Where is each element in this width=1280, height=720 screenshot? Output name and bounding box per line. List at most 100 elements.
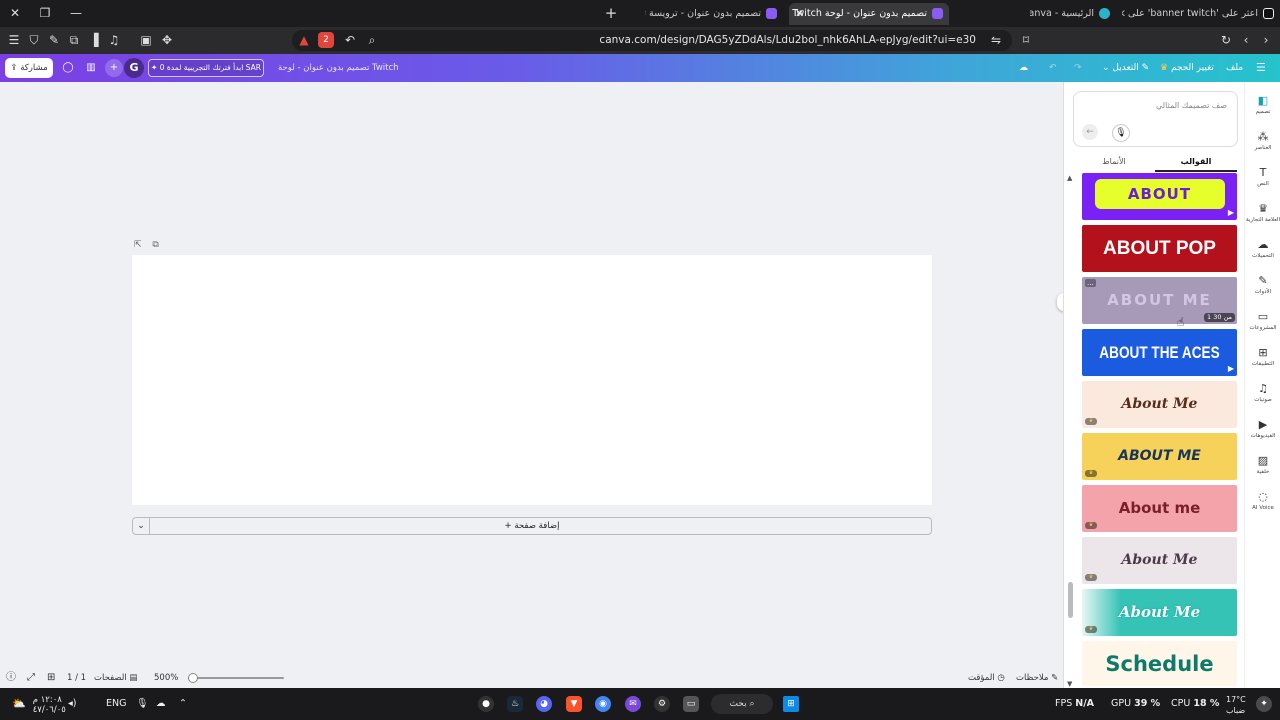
zoom-slider[interactable] xyxy=(187,673,284,683)
browser-tab-canva-home[interactable]: الرئيسية - Canva xyxy=(1030,3,1116,25)
share-button[interactable]: ⇪ مشاركة xyxy=(5,58,53,78)
browser-tab-twitch-panel[interactable]: ✕ تصميم بدون عنوان - لوحة Twitch xyxy=(789,3,949,25)
new-tab-button[interactable]: + xyxy=(601,4,621,22)
grid-view-icon[interactable]: ⊞ xyxy=(47,670,55,686)
file-menu[interactable]: ملف xyxy=(1226,54,1243,82)
comment-icon[interactable]: ◯ xyxy=(59,59,77,77)
browser-tab-tiktok[interactable]: اعثر على 'banner twitch' على TikTok xyxy=(1122,3,1280,25)
tab-templates[interactable]: القوالب xyxy=(1155,154,1237,172)
forward-icon[interactable]: › xyxy=(1258,32,1274,48)
notification-icon[interactable]: ✦ xyxy=(1256,696,1272,712)
window-minimize-icon[interactable]: — xyxy=(66,4,86,22)
search-icon[interactable]: ⌕ xyxy=(364,32,380,48)
extensions-icon[interactable]: ✥ xyxy=(159,32,175,48)
sidebar-icon[interactable]: ▐ xyxy=(86,32,102,48)
zoom-value[interactable]: 500% xyxy=(154,670,178,686)
rail-item[interactable]: ◧ تصميم xyxy=(1245,94,1280,130)
rail-item[interactable]: ◌ AI Voice xyxy=(1245,490,1280,526)
add-page-button[interactable]: + إضافة صفحة ⌄ xyxy=(132,517,932,535)
scroll-down-icon[interactable]: ▼ xyxy=(1067,680,1072,688)
template-card[interactable]: ABOUT ME ♛ xyxy=(1082,433,1237,480)
site-settings-icon[interactable]: ⇋ xyxy=(988,32,1004,48)
pages-button[interactable]: الصفحات ▤ xyxy=(94,670,137,686)
bookmark-icon[interactable]: ⌑ xyxy=(1018,32,1034,48)
rail-item[interactable]: ▶ الفيديوهات xyxy=(1245,418,1280,454)
template-card[interactable]: ABOUT POP xyxy=(1082,225,1237,272)
discord-icon[interactable]: ◕ xyxy=(536,696,552,712)
settings-icon[interactable]: ⚙ xyxy=(654,696,670,712)
panel-scrollbar-thumb[interactable] xyxy=(1068,582,1073,618)
share-link-icon[interactable]: ↶ xyxy=(342,32,358,48)
resize-button[interactable]: ♛ تغيير الحجم xyxy=(1160,54,1214,82)
menu-icon[interactable]: ☰ xyxy=(6,32,22,48)
reload-icon[interactable]: ↻ xyxy=(1218,32,1234,48)
shield-icon[interactable]: ⛉ xyxy=(26,32,42,48)
duplicate-page-icon[interactable]: ⧉ xyxy=(152,240,158,250)
template-card[interactable]: About me ♛ xyxy=(1082,485,1237,532)
main-menu-icon[interactable]: ☰ xyxy=(1256,54,1266,82)
undo-icon[interactable]: ↶ xyxy=(1049,54,1057,82)
insights-icon[interactable]: ▥ xyxy=(82,59,100,77)
trial-button[interactable]: ✦ ابدأ فترتك التجريبية لمدة 0 SAR xyxy=(148,59,264,77)
cloud-save-icon[interactable]: ☁ xyxy=(1019,54,1028,82)
pen-icon[interactable]: ✎ xyxy=(46,32,62,48)
rail-item[interactable]: ⊞ التطبيقات xyxy=(1245,346,1280,382)
export-page-icon[interactable]: ⇱ xyxy=(134,240,142,250)
rail-item[interactable]: ⁂ العناصر xyxy=(1245,130,1280,166)
add-collaborator-icon[interactable]: + xyxy=(105,59,123,77)
document-title[interactable]: تصميم بدون عنوان - لوحة Twitch xyxy=(278,54,399,82)
window-restore-icon[interactable]: ❐ xyxy=(35,4,55,22)
tab-styles[interactable]: الأنماط xyxy=(1073,154,1155,172)
music-icon[interactable]: ♫ xyxy=(106,32,122,48)
timer-button[interactable]: المؤقت ◷ xyxy=(968,670,1005,686)
edit-mode-dropdown[interactable]: ⌄ التعديل ✎ xyxy=(1102,54,1149,82)
rail-item[interactable]: ☁ التحميلات xyxy=(1245,238,1280,274)
template-card[interactable]: ABOUT THE ACES ▶ xyxy=(1082,329,1237,376)
screenshot-icon[interactable]: ▣ xyxy=(138,32,154,48)
template-card[interactable]: About Me ♛ xyxy=(1082,381,1237,428)
rail-item[interactable]: ✎ الأدوات xyxy=(1245,274,1280,310)
chevron-down-icon[interactable]: ⌄ xyxy=(133,518,150,534)
submit-arrow-icon[interactable]: ← xyxy=(1082,124,1098,140)
messenger-icon[interactable]: ✉ xyxy=(625,696,641,712)
rail-item[interactable]: ▭ المشروعات xyxy=(1245,310,1280,346)
brave-shields-icon[interactable]: 2 xyxy=(318,32,334,48)
record-app-icon[interactable]: ● xyxy=(478,696,494,712)
taskbar-search[interactable]: بحث ⌕ xyxy=(711,694,773,714)
avatar[interactable]: G xyxy=(124,58,144,78)
tabs-icon[interactable]: ⧉ xyxy=(66,32,82,48)
magic-design-prompt[interactable]: صف تصميمك المثالي ← 🎙 xyxy=(1073,91,1238,147)
microphone-icon[interactable]: 🎙 xyxy=(1112,124,1130,142)
template-card[interactable]: ABOUT ▶ xyxy=(1082,173,1237,220)
template-card[interactable]: ABOUT ME 1 من 30... xyxy=(1082,277,1237,324)
url-text[interactable]: canva.com/design/DAG5yZDdAls/Ldu2bol_nhk… xyxy=(599,30,976,51)
redo-icon[interactable]: ↷ xyxy=(1074,54,1082,82)
zoom-slider-handle[interactable] xyxy=(187,673,198,683)
fullscreen-icon[interactable]: ⤢ xyxy=(27,670,35,686)
rail-item[interactable]: T النص xyxy=(1245,166,1280,202)
notes-button[interactable]: ملاحظات ✎ xyxy=(1016,670,1058,686)
steam-icon[interactable]: ♨ xyxy=(507,696,523,712)
template-card[interactable]: About Me ♛ xyxy=(1082,589,1237,636)
scroll-up-icon[interactable]: ▲ xyxy=(1067,174,1072,182)
clock[interactable]: ⛅ ١٢:٠٨ م ٤٧/٠٦/٠٥ xyxy=(12,688,66,720)
language-indicator[interactable]: ENG xyxy=(106,688,126,720)
address-bar[interactable]: ▲ 2 ↶ ⌕ canva.com/design/DAG5yZDdAls/Ldu… xyxy=(292,30,1012,51)
browser-tab-twitter-header[interactable]: تصميم بدون عنوان - ترويسة تويتر xyxy=(645,3,783,25)
template-card[interactable]: About Me ♛ xyxy=(1082,537,1237,584)
tray-chevron-icon[interactable]: ⌃ xyxy=(179,688,187,720)
chrome-icon[interactable]: ◉ xyxy=(595,696,611,712)
onedrive-icon[interactable]: ☁ xyxy=(156,688,166,720)
tab-close-icon[interactable]: ✕ xyxy=(795,3,804,25)
speaker-icon[interactable]: ◂) xyxy=(68,688,76,720)
task-view-icon[interactable]: ▭ xyxy=(683,696,699,712)
rewards-icon[interactable]: ▲ xyxy=(296,32,312,48)
brave-icon[interactable]: ▼ xyxy=(566,696,582,712)
microphone-tray-icon[interactable]: 🎙 xyxy=(136,688,148,720)
weather-widget[interactable]: 17°C ضباب xyxy=(1226,694,1246,716)
help-icon[interactable]: ⓘ xyxy=(6,670,16,686)
rail-item[interactable]: ▨ خلفية xyxy=(1245,454,1280,490)
back-icon[interactable]: ‹ xyxy=(1238,32,1254,48)
rail-item[interactable]: ♫ صوتيات xyxy=(1245,382,1280,418)
more-options-icon[interactable]: ... xyxy=(1085,279,1096,287)
